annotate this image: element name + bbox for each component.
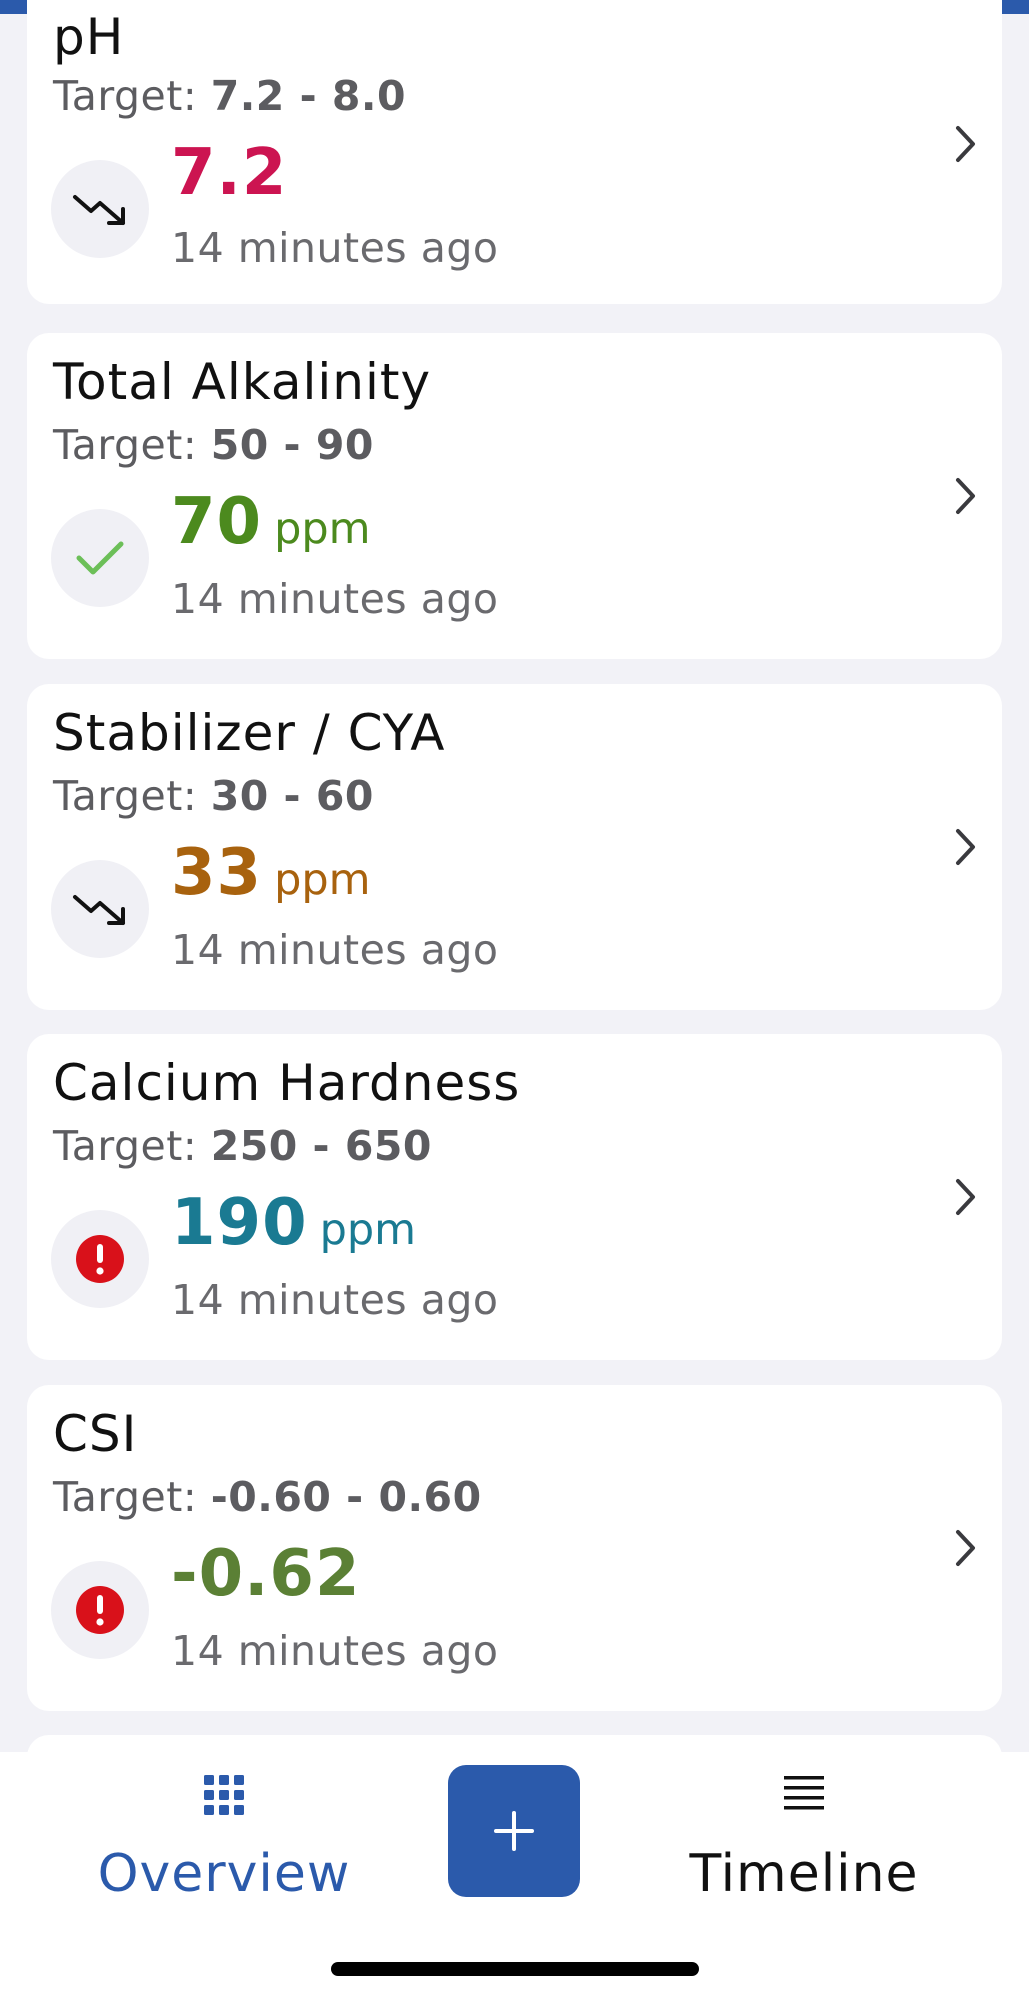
bottom-tab-bar: Overview Timeline (0, 1752, 1029, 2000)
reading-value: -0.62 (171, 1537, 361, 1611)
trend-down-icon (73, 195, 125, 225)
card-target: Target: 250 - 650 (53, 1122, 432, 1170)
readings-list[interactable]: pH Target: 7.2 - 8.0 7.2 14 minutes ago … (0, 0, 1029, 1752)
reading-time: 14 minutes ago (171, 926, 499, 974)
checkmark-icon (76, 541, 124, 575)
add-reading-button[interactable] (448, 1765, 580, 1897)
status-indicator (51, 160, 149, 258)
home-indicator[interactable] (331, 1962, 699, 1976)
reading-card-next[interactable] (27, 1735, 1002, 1752)
chevron-right-icon (956, 829, 975, 865)
status-indicator (51, 860, 149, 958)
alert-icon (76, 1586, 124, 1634)
status-indicator (51, 1210, 149, 1308)
tab-timeline-label: Timeline (689, 1844, 919, 1904)
reading-card-stabilizer-cya[interactable]: Stabilizer / CYA Target: 30 - 60 33 ppm 1… (27, 684, 1002, 1010)
reading-time: 14 minutes ago (171, 575, 499, 623)
tab-overview-label: Overview (97, 1844, 351, 1904)
reading-time: 14 minutes ago (171, 1276, 499, 1324)
reading-card-csi[interactable]: CSI Target: -0.60 - 0.60 -0.62 14 minute… (27, 1385, 1002, 1711)
status-indicator (51, 1561, 149, 1659)
card-title: pH (53, 8, 125, 66)
card-title: CSI (53, 1405, 138, 1463)
card-target: Target: 7.2 - 8.0 (53, 72, 407, 120)
card-title: Stabilizer / CYA (53, 704, 446, 762)
reading-value: 190 ppm (171, 1186, 417, 1260)
chevron-right-icon (956, 478, 975, 514)
card-title: Calcium Hardness (53, 1054, 521, 1112)
card-target: Target: -0.60 - 0.60 (53, 1473, 482, 1521)
card-target: Target: 30 - 60 (53, 772, 374, 820)
reading-time: 14 minutes ago (171, 224, 499, 272)
chevron-right-icon (956, 1530, 975, 1566)
tab-timeline[interactable]: Timeline (634, 1752, 974, 1922)
reading-card-ph[interactable]: pH Target: 7.2 - 8.0 7.2 14 minutes ago (27, 0, 1002, 304)
chevron-right-icon (956, 1179, 975, 1215)
trend-down-icon (73, 895, 125, 925)
plus-icon (494, 1811, 534, 1851)
reading-value: 33 ppm (171, 836, 371, 910)
card-title: Total Alkalinity (53, 353, 432, 411)
list-icon (784, 1776, 824, 1810)
reading-card-total-alkalinity[interactable]: Total Alkalinity Target: 50 - 90 70 ppm 1… (27, 333, 1002, 659)
reading-time: 14 minutes ago (171, 1627, 499, 1675)
card-target: Target: 50 - 90 (53, 421, 374, 469)
reading-value: 70 ppm (171, 485, 371, 559)
status-indicator (51, 509, 149, 607)
alert-icon (76, 1235, 124, 1283)
tab-overview[interactable]: Overview (54, 1752, 394, 1922)
grid-icon (204, 1775, 244, 1815)
chevron-right-icon (956, 126, 975, 162)
reading-value: 7.2 (171, 136, 288, 210)
reading-card-calcium-hardness[interactable]: Calcium Hardness Target: 250 - 650 190 pp… (27, 1034, 1002, 1360)
